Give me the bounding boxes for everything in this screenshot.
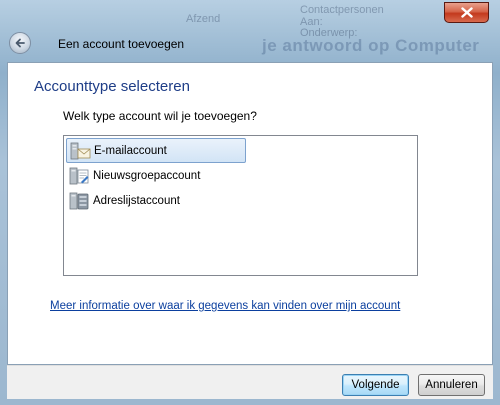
list-item-email-account[interactable]: E-mailaccount [66, 138, 246, 163]
dialog-footer: Volgende Annuleren [7, 365, 493, 399]
directory-account-icon [69, 190, 91, 212]
background-window-subtitle: Contactpersonen [300, 4, 384, 16]
list-item-newsgroup-account[interactable]: Nieuwsgroepaccount [66, 163, 200, 188]
dialog-title: Een account toevoegen [58, 37, 185, 51]
close-icon [460, 7, 473, 18]
list-item-label: E-mailaccount [94, 144, 167, 157]
next-button[interactable]: Volgende [342, 374, 409, 396]
more-info-link[interactable]: Meer informatie over waar ik gegevens ka… [50, 300, 400, 312]
back-button[interactable] [9, 32, 31, 54]
list-item-label: Nieuwsgroepaccount [93, 169, 201, 182]
newsgroup-account-icon [69, 165, 91, 187]
main-instruction: Accounttype selecteren [34, 78, 190, 95]
email-account-icon [70, 140, 92, 162]
dialog-content: Accounttype selecteren Welk type account… [7, 62, 493, 365]
close-button[interactable] [444, 2, 489, 23]
account-type-list[interactable]: E-mailaccount Nieuwsgroepaccount Adresli… [63, 135, 418, 276]
question-label: Welk type account wil je toevoegen? [63, 109, 257, 123]
list-item-directory-account[interactable]: Adreslijstaccount [66, 188, 180, 213]
cancel-button[interactable]: Annuleren [418, 374, 485, 396]
dialog-header: Een account toevoegen [0, 24, 500, 62]
list-item-label: Adreslijstaccount [93, 194, 180, 207]
window-frame: Afzend Contactpersonen Aan: Onderwerp: j… [0, 0, 500, 405]
back-arrow-icon [15, 38, 25, 48]
